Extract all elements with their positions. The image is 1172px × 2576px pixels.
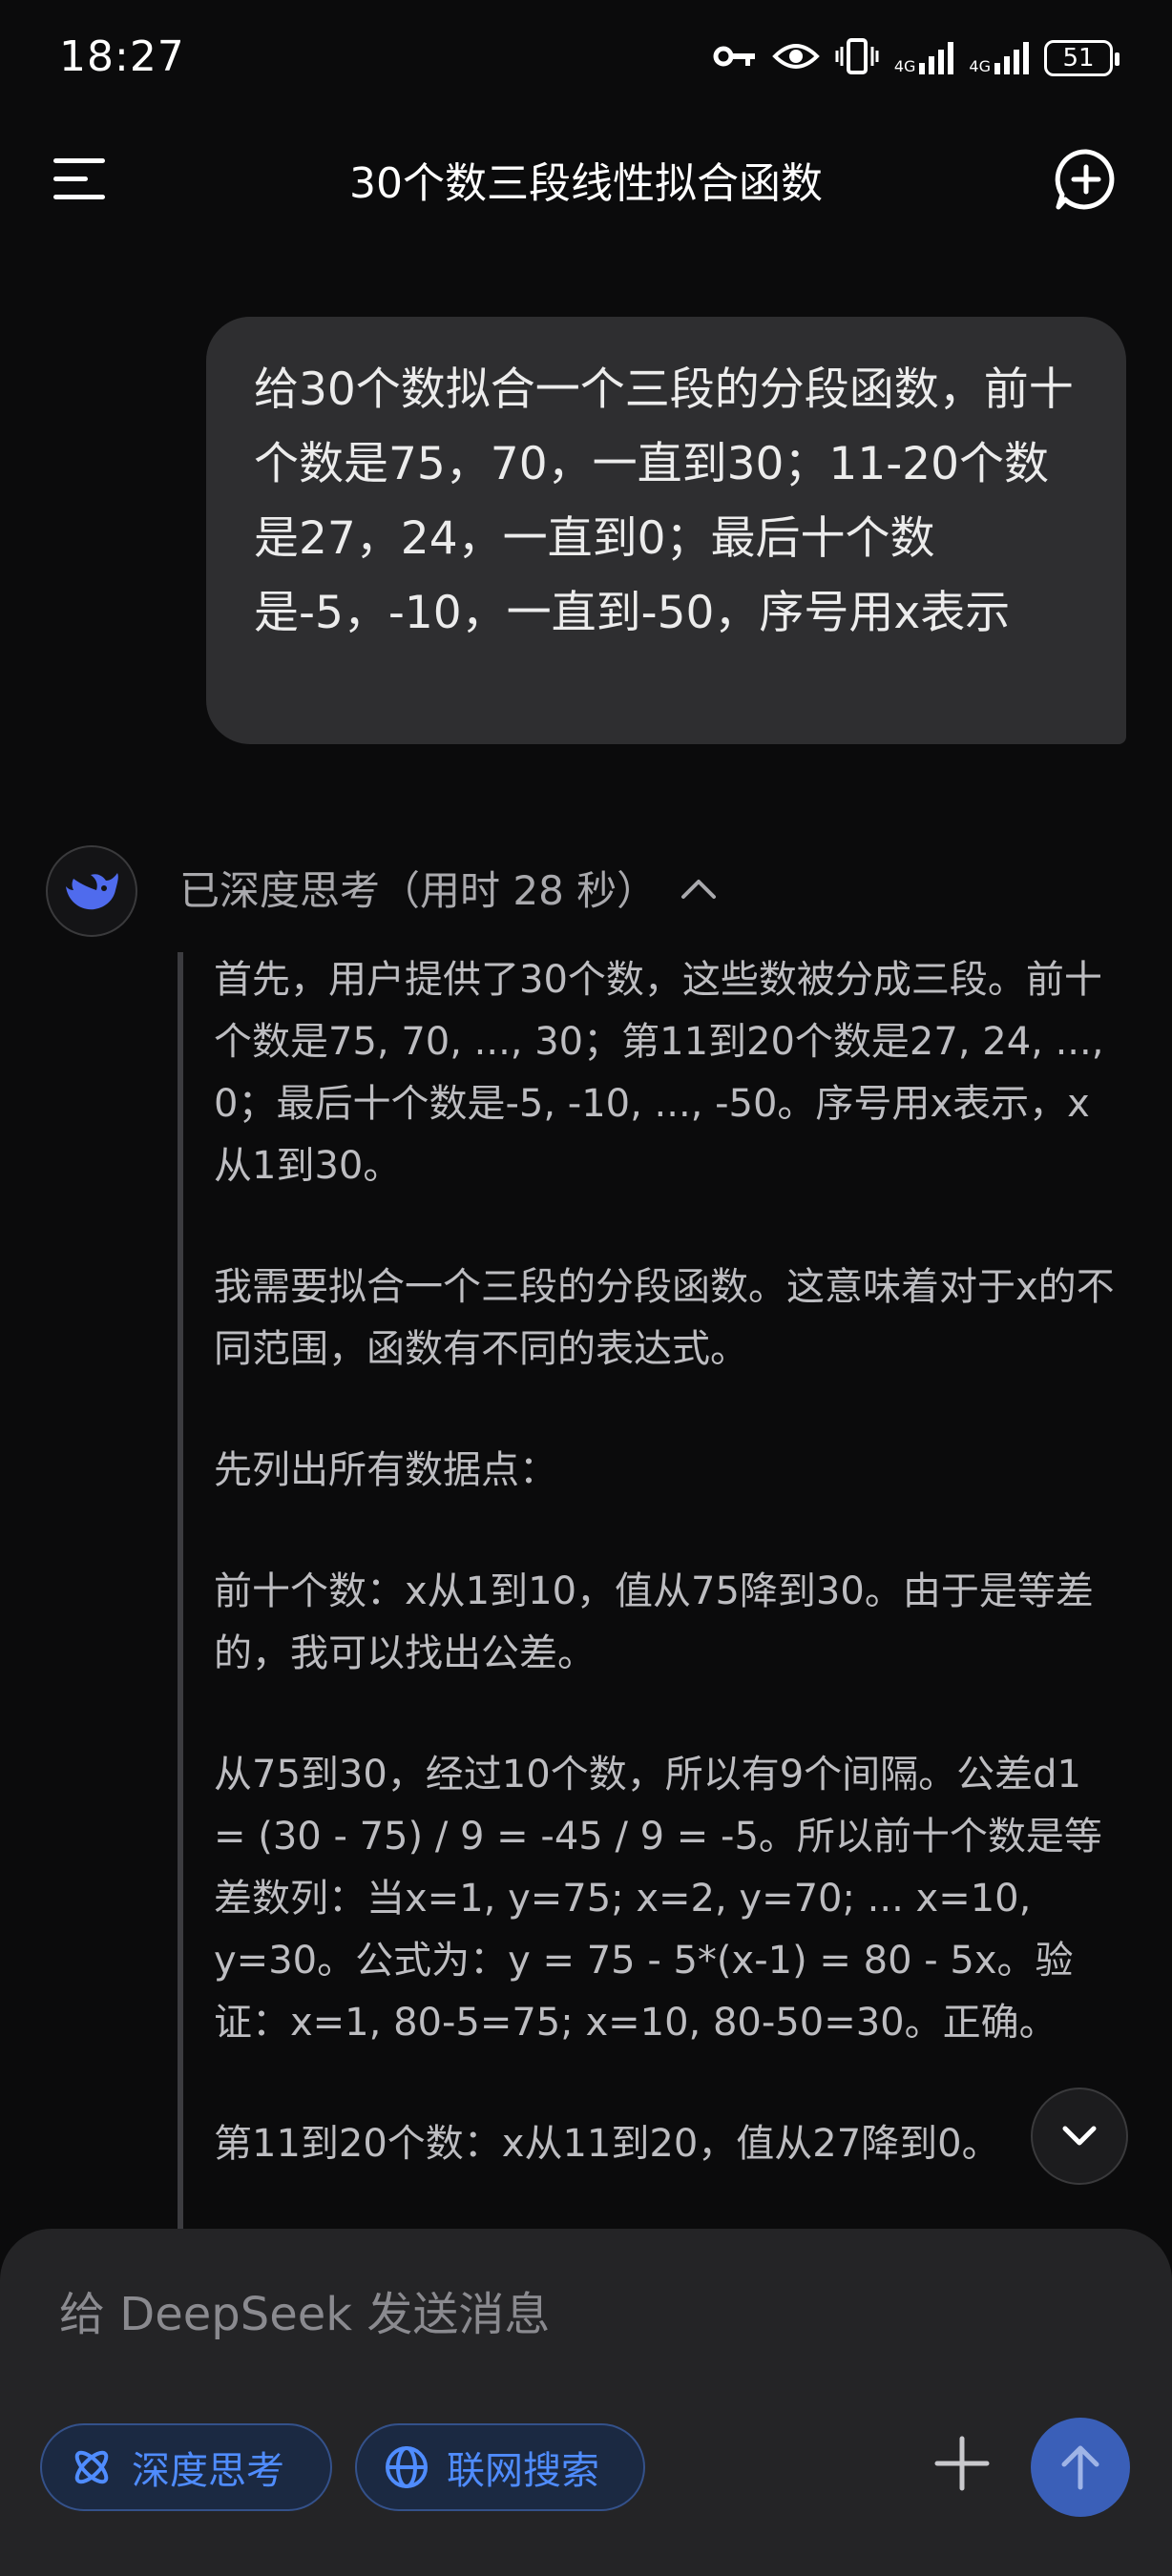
thinking-paragraph: 首先，用户提供了30个数，这些数被分成三段。前十个数是75, 70, ..., … (214, 958, 1104, 1188)
status-bar: 18:27 4G 4G 51 (0, 0, 1172, 114)
arrow-up-icon (1061, 2445, 1099, 2490)
top-bar: 30个数三段线性拟合函数 (0, 134, 1172, 225)
thinking-paragraph: 前十个数：x从1到10，值从75降到30。由于是等差的，我可以找出公差。 (214, 1569, 1094, 1675)
attach-button[interactable] (931, 2433, 993, 2494)
key-icon (713, 42, 757, 74)
thinking-border (178, 952, 183, 2235)
user-message-text: 给30个数拟合一个三段的分段函数，前十个数是75，70，一直到30；11-20个… (254, 364, 1074, 639)
vibrate-icon (835, 37, 879, 79)
deepseek-whale-icon (66, 873, 118, 910)
deep-think-label: 深度思考 (132, 2449, 284, 2493)
battery-level: 51 (1062, 44, 1095, 73)
page-title: 30个数三段线性拟合函数 (349, 159, 823, 208)
message-input[interactable]: 给 DeepSeek 发送消息 (59, 2276, 550, 2343)
cellular-signal-icon-2: 4G (969, 42, 1029, 74)
status-icons: 4G 4G 51 (713, 34, 1120, 82)
deepseek-avatar (46, 845, 137, 937)
scroll-to-bottom-button[interactable] (1031, 2088, 1128, 2185)
web-search-toggle[interactable]: 联网搜索 (355, 2423, 645, 2511)
new-chat-button[interactable] (1054, 147, 1119, 212)
thinking-toggle[interactable]: 已深度思考（用时 28 秒） (179, 859, 718, 917)
new-chat-icon (1055, 149, 1115, 210)
menu-icon-line-1 (53, 158, 105, 163)
thinking-paragraph: 先列出所有数据点： (214, 1448, 557, 1492)
thinking-paragraph: 第11到20个数：x从11到20，值从27降到0。 (214, 2122, 1000, 2166)
user-message-bubble: 给30个数拟合一个三段的分段函数，前十个数是75，70，一直到30；11-20个… (206, 317, 1126, 744)
thinking-status: 已深度思考（用时 28 秒） (179, 867, 658, 914)
send-button[interactable] (1031, 2418, 1130, 2517)
menu-icon-line-3 (53, 195, 105, 199)
chevron-up-icon (681, 879, 717, 899)
message-composer: 给 DeepSeek 发送消息 深度思考 联网搜索 (0, 2229, 1172, 2576)
thinking-paragraph: 我需要拟合一个三段的分段函数。这意味着对于x的不同范围，函数有不同的表达式。 (214, 1265, 1115, 1371)
status-time: 18:27 (59, 32, 185, 81)
atom-icon (74, 2450, 109, 2484)
battery-icon: 51 (1044, 40, 1120, 76)
eye-icon (772, 40, 820, 76)
menu-icon-line-2 (53, 177, 88, 181)
globe-icon (386, 2446, 428, 2488)
menu-button[interactable] (53, 158, 111, 200)
thinking-content: 首先，用户提供了30个数，这些数被分成三段。前十个数是75, 70, ..., … (214, 949, 1120, 2233)
plus-icon (934, 2436, 990, 2491)
chevron-down-icon (1062, 2126, 1097, 2146)
cellular-signal-icon: 4G (894, 42, 954, 74)
deep-think-toggle[interactable]: 深度思考 (40, 2423, 332, 2511)
web-search-label: 联网搜索 (447, 2449, 599, 2493)
thinking-paragraph: 从75到30，经过10个数，所以有9个间隔。公差d1 = (30 - 75) /… (214, 1753, 1102, 2045)
